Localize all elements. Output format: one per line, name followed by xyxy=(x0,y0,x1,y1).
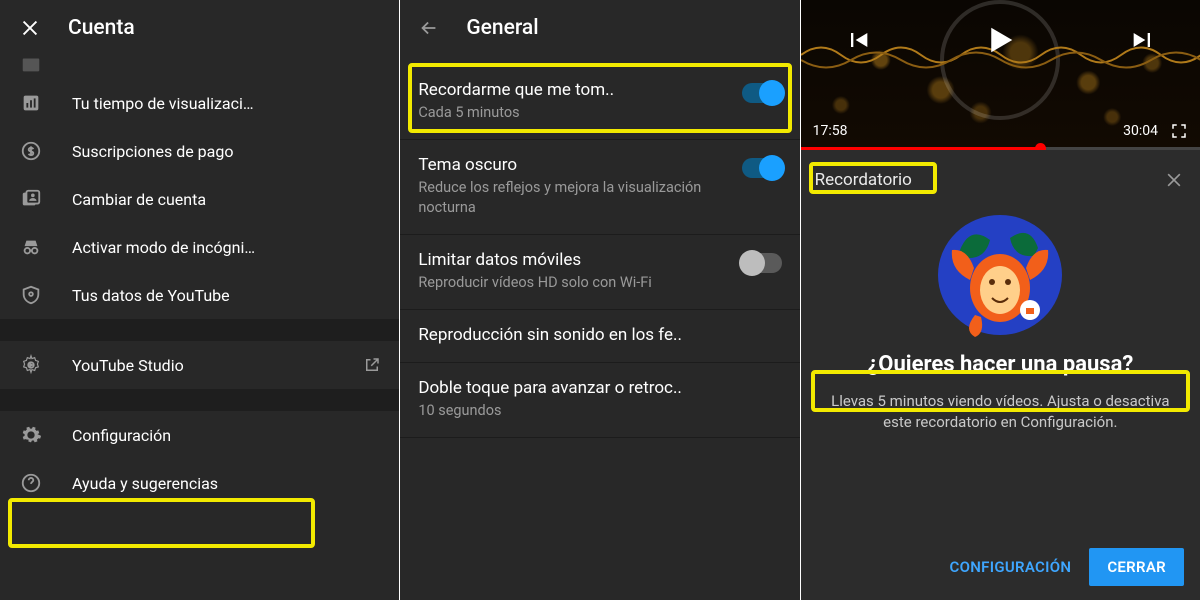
incognito-icon xyxy=(18,234,44,260)
menu-label: Cambiar de cuenta xyxy=(72,190,381,209)
video-player[interactable]: 17:58 30:04 xyxy=(801,0,1200,150)
menu-label: Configuración xyxy=(72,426,381,445)
account-title: Cuenta xyxy=(68,16,135,40)
progress-handle[interactable] xyxy=(1035,143,1046,150)
setting-break-reminder[interactable]: Recordarme que me tom.. Cada 5 minutos xyxy=(400,65,799,140)
settings-link[interactable]: CONFIGURACIÓN xyxy=(950,558,1072,576)
menu-item-paid-subs[interactable]: Suscripciones de pago xyxy=(0,127,399,175)
menu-item-settings[interactable]: Configuración xyxy=(0,411,399,459)
setting-subtitle: 10 segundos xyxy=(418,401,771,421)
reminder-sheet: Recordatorio xyxy=(801,150,1200,600)
back-icon[interactable] xyxy=(418,17,440,39)
reminder-question: ¿Quieres hacer una pausa? xyxy=(821,352,1180,377)
menu-label: Tus datos de YouTube xyxy=(72,286,381,305)
general-header: General xyxy=(400,0,799,55)
setting-muted-playback[interactable]: Reproducción sin sonido en los fe.. xyxy=(400,310,799,363)
setting-limit-mobile-data[interactable]: Limitar datos móviles Reproducir vídeos … xyxy=(400,235,799,310)
sheet-title: Recordatorio xyxy=(815,170,912,190)
menu-item-your-data[interactable]: Tus datos de YouTube xyxy=(0,271,399,319)
reminder-pane: 17:58 30:04 Recordatorio xyxy=(801,0,1200,600)
studio-icon xyxy=(18,352,44,378)
setting-double-tap-seek[interactable]: Doble toque para avanzar o retroc.. 10 s… xyxy=(400,363,799,438)
sheet-header: Recordatorio xyxy=(815,168,1186,192)
section-divider xyxy=(0,319,399,341)
player-timebar: 17:58 30:04 xyxy=(813,122,1188,140)
play-button[interactable] xyxy=(977,17,1023,63)
menu-item-channel[interactable]: Tu canal xyxy=(0,49,399,79)
toggle-break-reminder[interactable] xyxy=(742,83,782,103)
dollar-icon xyxy=(18,138,44,164)
time-total: 30:04 xyxy=(1123,123,1158,139)
toggle-limit-data[interactable] xyxy=(742,253,782,273)
time-elapsed: 17:58 xyxy=(813,123,848,139)
shield-icon xyxy=(18,282,44,308)
section-divider xyxy=(0,389,399,411)
setting-title: Doble toque para avanzar o retroc.. xyxy=(418,377,771,399)
setting-subtitle: Cada 5 minutos xyxy=(418,103,731,123)
gear-icon xyxy=(18,422,44,448)
menu-item-switch-account[interactable]: Cambiar de cuenta xyxy=(0,175,399,223)
menu-label: YouTube Studio xyxy=(72,356,363,375)
external-icon xyxy=(363,356,381,374)
player-controls xyxy=(801,10,1200,70)
reminder-illustration xyxy=(920,210,1080,340)
channel-icon xyxy=(18,51,44,77)
menu-item-incognito[interactable]: Activar modo de incógni… xyxy=(0,223,399,271)
setting-title: Recordarme que me tom.. xyxy=(418,79,731,101)
menu-label: Ayuda y sugerencias xyxy=(72,474,381,493)
toggle-dark-theme[interactable] xyxy=(742,158,782,178)
help-icon xyxy=(18,470,44,496)
setting-title: Limitar datos móviles xyxy=(418,249,731,271)
menu-item-watch-time[interactable]: Tu tiempo de visualizaci… xyxy=(0,79,399,127)
account-pane: Cuenta Tu canal Tu tiempo de visualizaci… xyxy=(0,0,399,600)
menu-label: Tu tiempo de visualizaci… xyxy=(72,94,381,113)
close-icon[interactable] xyxy=(18,16,42,40)
sheet-actions: CONFIGURACIÓN CERRAR xyxy=(801,548,1200,586)
fullscreen-icon[interactable] xyxy=(1170,122,1188,140)
setting-dark-theme[interactable]: Tema oscuro Reduce los reflejos y mejora… xyxy=(400,140,799,235)
close-button[interactable]: CERRAR xyxy=(1089,548,1184,586)
menu-label: Suscripciones de pago xyxy=(72,142,381,161)
stats-icon xyxy=(18,90,44,116)
menu-item-youtube-studio[interactable]: YouTube Studio xyxy=(0,341,399,389)
general-title: General xyxy=(466,16,538,40)
account-header: Cuenta xyxy=(0,0,399,55)
switch-account-icon xyxy=(18,186,44,212)
close-icon[interactable] xyxy=(1162,168,1186,192)
reminder-description: Llevas 5 minutos viendo vídeos. Ajusta o… xyxy=(825,391,1176,433)
setting-subtitle: Reduce los reflejos y mejora la visualiz… xyxy=(418,178,731,218)
setting-subtitle: Reproducir vídeos HD solo con Wi-Fi xyxy=(418,273,731,293)
setting-title: Tema oscuro xyxy=(418,154,731,176)
menu-item-help[interactable]: Ayuda y sugerencias xyxy=(0,459,399,507)
previous-button[interactable] xyxy=(841,23,875,57)
menu-label: Activar modo de incógni… xyxy=(72,238,381,257)
setting-title: Reproducción sin sonido en los fe.. xyxy=(418,324,771,346)
next-button[interactable] xyxy=(1126,23,1160,57)
general-settings-pane: General Recordarme que me tom.. Cada 5 m… xyxy=(400,0,799,600)
